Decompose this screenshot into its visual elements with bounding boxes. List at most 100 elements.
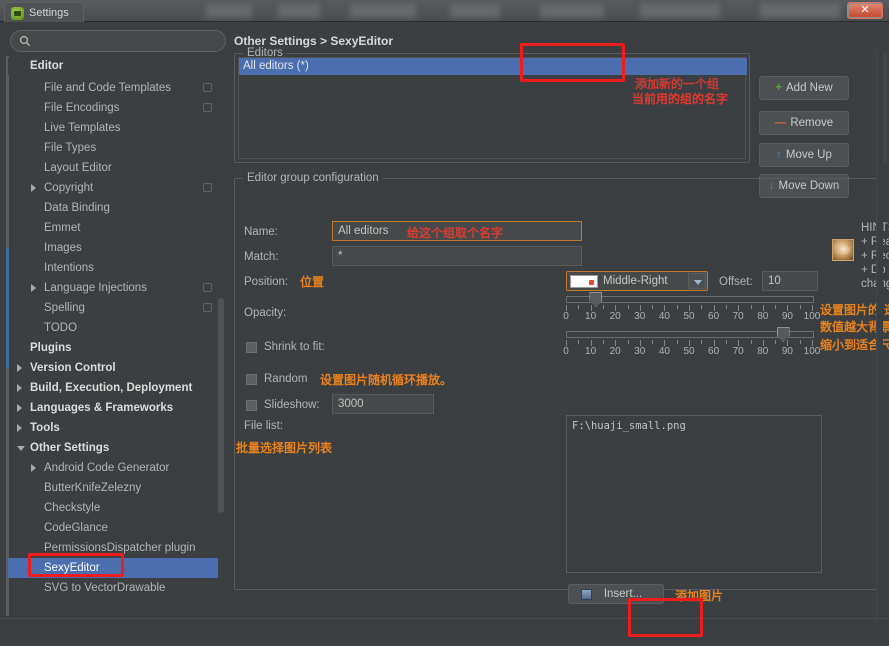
sidebar-item-build-execution-deployment[interactable]: Build, Execution, Deployment (8, 378, 224, 398)
chevron-down-icon[interactable] (17, 446, 25, 451)
sidebar-item-intentions[interactable]: Intentions (8, 258, 224, 278)
move-up-button[interactable]: ↑ Move Up (759, 143, 849, 167)
sidebar-item-sexyeditor[interactable]: SexyEditor (8, 558, 224, 578)
sidebar-item-emmet[interactable]: Emmet (8, 218, 224, 238)
slider-tick (627, 340, 629, 344)
slider-tick-label: 80 (757, 346, 769, 357)
bottom-divider (0, 618, 889, 619)
settings-badge-icon (203, 183, 212, 192)
slider-tick (652, 340, 654, 344)
sidebar-item-live-templates[interactable]: Live Templates (8, 118, 224, 138)
position-value: Middle-Right (603, 275, 668, 287)
sidebar-item-label: Emmet (44, 222, 81, 234)
chevron-down-icon[interactable] (688, 273, 706, 289)
sidebar-item-data-binding[interactable]: Data Binding (8, 198, 224, 218)
sidebar-item-label: PermissionsDispatcher plugin (44, 542, 196, 554)
add-new-label: Add New (786, 82, 833, 94)
sidebar-item-other-settings[interactable]: Other Settings (8, 438, 224, 458)
chevron-right-icon[interactable] (31, 464, 36, 472)
sidebar-item-plugins[interactable]: Plugins (8, 338, 224, 358)
sidebar-item-codeglance[interactable]: CodeGlance (8, 518, 224, 538)
sidebar-item-label: Layout Editor (44, 162, 112, 174)
sidebar-item-file-encodings[interactable]: File Encodings (8, 98, 224, 118)
image-icon (581, 589, 592, 600)
position-dropdown[interactable]: Middle-Right (566, 271, 708, 291)
content-scrollbar[interactable] (876, 52, 883, 622)
search-box[interactable] (10, 30, 226, 52)
sidebar-item-version-control[interactable]: Version Control (8, 358, 224, 378)
sidebar-item-label: Version Control (30, 362, 116, 374)
sidebar-item-butterknifezelezny[interactable]: ButterKnifeZelezny (8, 478, 224, 498)
close-icon[interactable]: ✕ (847, 2, 883, 19)
chevron-right-icon[interactable] (31, 284, 36, 292)
slider-tick (775, 340, 777, 344)
settings-tree[interactable]: Editor InspectionsFile and Code Template… (8, 58, 224, 620)
file-list-textarea[interactable]: F:\huaji_small.png (566, 415, 822, 573)
sidebar-item-todo[interactable]: TODO (8, 318, 224, 338)
sidebar-item-language-injections[interactable]: Language Injections (8, 278, 224, 298)
sidebar-item-languages-frameworks[interactable]: Languages & Frameworks (8, 398, 224, 418)
editors-list[interactable]: All editors (*) (238, 57, 747, 159)
sidebar-item-permissionsdispatcher-plugin[interactable]: PermissionsDispatcher plugin (8, 538, 224, 558)
slider-tick (750, 340, 752, 344)
slideshow-checkbox[interactable] (246, 400, 257, 411)
sidebar-item-android-code-generator[interactable]: Android Code Generator (8, 458, 224, 478)
sidebar-scrollbar-thumb[interactable] (218, 298, 224, 513)
hints-line-2: + Reopen editors if changes are not visi… (861, 250, 889, 262)
hints-line-3: + Do not forget to apply changes before (861, 264, 889, 276)
slider-tick (578, 340, 580, 344)
slideshow-input[interactable]: 3000 (332, 394, 434, 414)
chevron-right-icon[interactable] (17, 424, 22, 432)
sidebar-item-label: SVG to VectorDrawable (44, 582, 166, 594)
slider-tick (627, 305, 629, 309)
insert-button[interactable]: Insert... (568, 584, 664, 604)
sidebar-item-images[interactable]: Images (8, 238, 224, 258)
chevron-right-icon[interactable] (31, 184, 36, 192)
hints-title: HINTS: (861, 222, 889, 234)
slider-tick-label: 40 (658, 346, 670, 357)
sidebar-item-label: Tools (30, 422, 60, 434)
slider-tick-label: 10 (585, 311, 597, 322)
sidebar-item-label: File and Code Templates (44, 82, 171, 94)
sidebar-item-file-types[interactable]: File Types (8, 138, 224, 158)
sidebar-item-copyright[interactable]: Copyright (8, 178, 224, 198)
sidebar-item-label: Android Code Generator (44, 462, 170, 474)
match-input[interactable]: * (332, 246, 582, 266)
slider-tick-label: 30 (634, 311, 646, 322)
slider-tick (652, 305, 654, 309)
opacity-slider[interactable]: 0 10 20 30 40 50 60 70 80 90 100 (563, 292, 820, 322)
slider-tick-label: 60 (708, 311, 720, 322)
remove-button[interactable]: — Remove (759, 111, 849, 135)
annotation-add-new: 添加新的一个组 (635, 77, 720, 91)
sidebar-item-svg-to-vectordrawable[interactable]: SVG to VectorDrawable (8, 578, 224, 598)
search-icon (19, 35, 31, 47)
sidebar-item-label: Data Binding (44, 202, 110, 214)
shrink-to-fit-checkbox[interactable] (246, 342, 257, 353)
shrink-to-fit-slider[interactable]: 0 10 20 30 40 50 60 70 80 90 100 (563, 327, 820, 357)
chevron-right-icon[interactable] (17, 384, 22, 392)
annotation-name-hint: 给这个组取个名字 (407, 226, 504, 240)
background-window-blur (200, 4, 840, 18)
sidebar-scrollbar[interactable] (218, 58, 224, 620)
editors-list-item-selected[interactable]: All editors (*) (239, 58, 747, 75)
offset-input[interactable]: 10 (762, 271, 818, 291)
sidebar-item-checkstyle[interactable]: Checkstyle (8, 498, 224, 518)
minus-icon: — (774, 117, 787, 129)
slider-tick (578, 305, 580, 309)
annotation-insert: 添加图片 (675, 589, 724, 603)
opacity-slider-track[interactable] (566, 296, 814, 303)
sidebar-item-label: Other Settings (30, 442, 110, 454)
move-up-label: Move Up (785, 149, 832, 161)
sidebar-item-label: ButterKnifeZelezny (44, 482, 142, 494)
sidebar-item-layout-editor[interactable]: Layout Editor (8, 158, 224, 178)
sidebar-item-file-and-code-templates[interactable]: File and Code Templates (8, 78, 224, 98)
chevron-right-icon[interactable] (17, 404, 22, 412)
search-input[interactable] (37, 32, 219, 50)
slider-tick-label: 50 (683, 311, 695, 322)
sidebar-item-tools[interactable]: Tools (8, 418, 224, 438)
add-new-button[interactable]: + Add New (759, 76, 849, 100)
random-checkbox[interactable] (246, 374, 257, 385)
chevron-right-icon[interactable] (17, 364, 22, 372)
sidebar-item-spelling[interactable]: Spelling (8, 298, 224, 318)
slider-tick-label: 90 (781, 311, 793, 322)
